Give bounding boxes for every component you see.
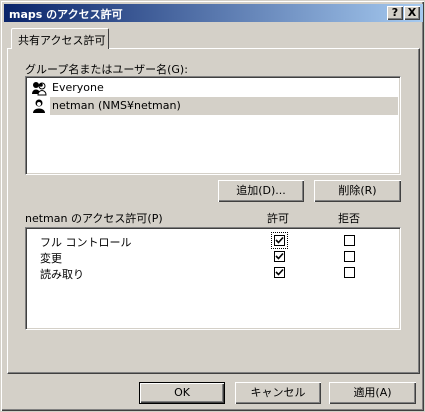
group-user-label: グループ名またはユーザー名(G): [25, 63, 188, 76]
permissions-list: フル コントロール 変更 読み取り [25, 227, 401, 330]
user-list-item[interactable]: Everyone [28, 79, 398, 97]
permissions-dialog: maps のアクセス許可 ? X 共有アクセス許可 グループ名またはユーザー名(… [0, 0, 425, 412]
deny-change-checkbox[interactable] [344, 251, 355, 262]
remove-button[interactable]: 削除(R) [314, 180, 401, 202]
permission-name: 変更 [40, 252, 62, 265]
title-bar[interactable]: maps のアクセス許可 ? X [4, 4, 423, 22]
permissions-label: netman のアクセス許可(P) [25, 212, 163, 225]
apply-button[interactable]: 適用(A) [329, 382, 416, 404]
user-icon [33, 99, 45, 113]
tab-share-permissions[interactable]: 共有アクセス許可 [11, 28, 109, 49]
cancel-button[interactable]: キャンセル [235, 382, 321, 404]
check-icon [275, 252, 284, 260]
permission-name: フル コントロール [40, 236, 132, 249]
window-title: maps のアクセス許可 [9, 8, 123, 21]
allow-change-checkbox[interactable] [274, 251, 285, 262]
deny-header: 拒否 [338, 212, 360, 225]
user-list[interactable]: Everyone netman (NMS¥netman) [25, 76, 401, 175]
users-group-icon [32, 82, 47, 96]
deny-read-checkbox[interactable] [344, 267, 355, 278]
ok-button[interactable]: OK [139, 382, 225, 404]
permission-name: 読み取り [40, 268, 84, 281]
allow-full-control-checkbox[interactable] [271, 232, 288, 249]
user-name: Everyone [52, 81, 104, 94]
check-icon [275, 236, 284, 244]
user-name: netman (NMS¥netman) [50, 97, 398, 115]
tab-label: 共有アクセス許可 [18, 34, 106, 47]
help-button[interactable]: ? [387, 6, 403, 20]
add-button[interactable]: 追加(D)... [218, 180, 304, 202]
check-icon [275, 268, 284, 276]
allow-read-checkbox[interactable] [274, 267, 285, 278]
close-button[interactable]: X [404, 6, 420, 20]
deny-full-control-checkbox[interactable] [344, 235, 355, 246]
user-list-item-selected[interactable]: netman (NMS¥netman) [28, 97, 398, 115]
allow-header: 許可 [267, 212, 289, 225]
